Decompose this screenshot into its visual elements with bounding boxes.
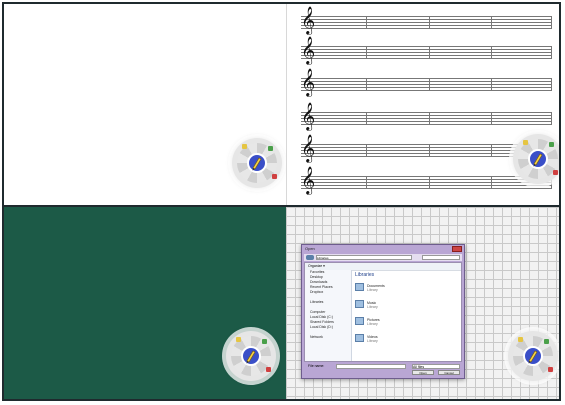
canvas-white-blank[interactable] <box>4 4 286 205</box>
palette-yellow-swatch[interactable] <box>236 337 241 342</box>
open-button[interactable]: Open <box>412 370 434 375</box>
canvas-green-board[interactable] <box>4 205 286 399</box>
file-name-input[interactable] <box>336 364 406 369</box>
library-subtitle: Library <box>367 288 378 292</box>
library-folder-icon <box>355 300 364 308</box>
close-button[interactable] <box>452 246 462 252</box>
library-pane: Libraries Documents Library Music Library Pi… <box>352 270 461 361</box>
canvas-music-staff[interactable]: 𝄞 𝄞 𝄞 𝄞 𝄞 𝄞 <box>286 4 559 205</box>
dialog-footer: File name: All files Open Cancel <box>304 363 462 376</box>
palette-yellow-swatch[interactable] <box>523 140 528 145</box>
treble-clef-icon: 𝄞 <box>301 6 316 34</box>
organize-button[interactable]: Organize ▾ <box>305 264 325 268</box>
library-folder-icon <box>355 317 364 325</box>
pen-icon <box>528 350 538 364</box>
back-icon[interactable] <box>306 255 314 260</box>
library-folder-icon <box>355 334 364 342</box>
library-item[interactable]: Documents Library <box>355 282 415 292</box>
palette-yellow-swatch[interactable] <box>242 144 247 149</box>
nav-pane-item[interactable]: Network <box>305 335 351 340</box>
palette-green-swatch[interactable] <box>544 339 549 344</box>
palette-green-swatch[interactable] <box>262 339 267 344</box>
music-staff: 𝄞 <box>301 104 552 128</box>
library-item[interactable]: Pictures Library <box>355 316 415 326</box>
pen-icon <box>246 350 256 364</box>
treble-clef-icon: 𝄞 <box>301 68 316 96</box>
palette-red-swatch[interactable] <box>548 367 553 372</box>
library-subtitle: Library <box>367 322 378 326</box>
treble-clef-icon: 𝄞 <box>301 102 316 130</box>
palette-green-swatch[interactable] <box>268 146 273 151</box>
search-input[interactable] <box>422 255 460 260</box>
open-file-dialog: Open Libraries Organize ▾ Favorites Deskt… <box>301 244 465 379</box>
pen-icon <box>252 157 262 171</box>
treble-clef-icon: 𝄞 <box>301 36 316 64</box>
tool-palette[interactable] <box>508 331 558 381</box>
library-item[interactable]: Music Library <box>355 299 415 309</box>
file-type-select[interactable]: All files <box>412 364 460 369</box>
screen-frame: 𝄞 𝄞 𝄞 𝄞 𝄞 𝄞 Open Libraries Organize ▾ Fa… <box>2 2 561 401</box>
music-staff: 𝄞 <box>301 38 552 62</box>
library-heading: Libraries <box>355 272 375 278</box>
pen-icon <box>533 153 543 167</box>
file-type-value: All files <box>413 365 425 369</box>
address-bar[interactable]: Libraries <box>316 255 412 260</box>
treble-clef-icon: 𝄞 <box>301 166 316 194</box>
library-subtitle: Library <box>367 305 378 309</box>
treble-clef-icon: 𝄞 <box>301 134 316 162</box>
library-item[interactable]: Videos Library <box>355 333 415 343</box>
music-staff: 𝄞 <box>301 168 552 192</box>
palette-yellow-swatch[interactable] <box>518 337 523 342</box>
tool-palette[interactable] <box>513 134 559 184</box>
music-staff: 𝄞 <box>301 70 552 94</box>
library-subtitle: Library <box>367 339 378 343</box>
file-name-label: File name: <box>308 364 325 368</box>
palette-green-swatch[interactable] <box>549 142 554 147</box>
palette-red-swatch[interactable] <box>553 170 558 175</box>
music-staff: 𝄞 <box>301 8 552 32</box>
palette-red-swatch[interactable] <box>266 367 271 372</box>
tool-palette[interactable] <box>232 138 282 188</box>
dialog-titlebar[interactable]: Open <box>302 245 464 253</box>
address-text: Libraries <box>317 256 329 260</box>
dialog-navbar: Libraries <box>304 254 462 261</box>
dialog-title: Open <box>305 246 315 251</box>
navigation-pane: Favorites Desktop Downloads Recent Places Dr… <box>305 270 352 361</box>
dialog-body: Organize ▾ Favorites Desktop Downloads Rece… <box>304 262 462 362</box>
palette-red-swatch[interactable] <box>272 174 277 179</box>
library-folder-icon <box>355 283 364 291</box>
tool-palette[interactable] <box>226 331 276 381</box>
cancel-button[interactable]: Cancel <box>438 370 460 375</box>
canvas-grid-paper[interactable]: Open Libraries Organize ▾ Favorites Deskt… <box>286 205 559 399</box>
